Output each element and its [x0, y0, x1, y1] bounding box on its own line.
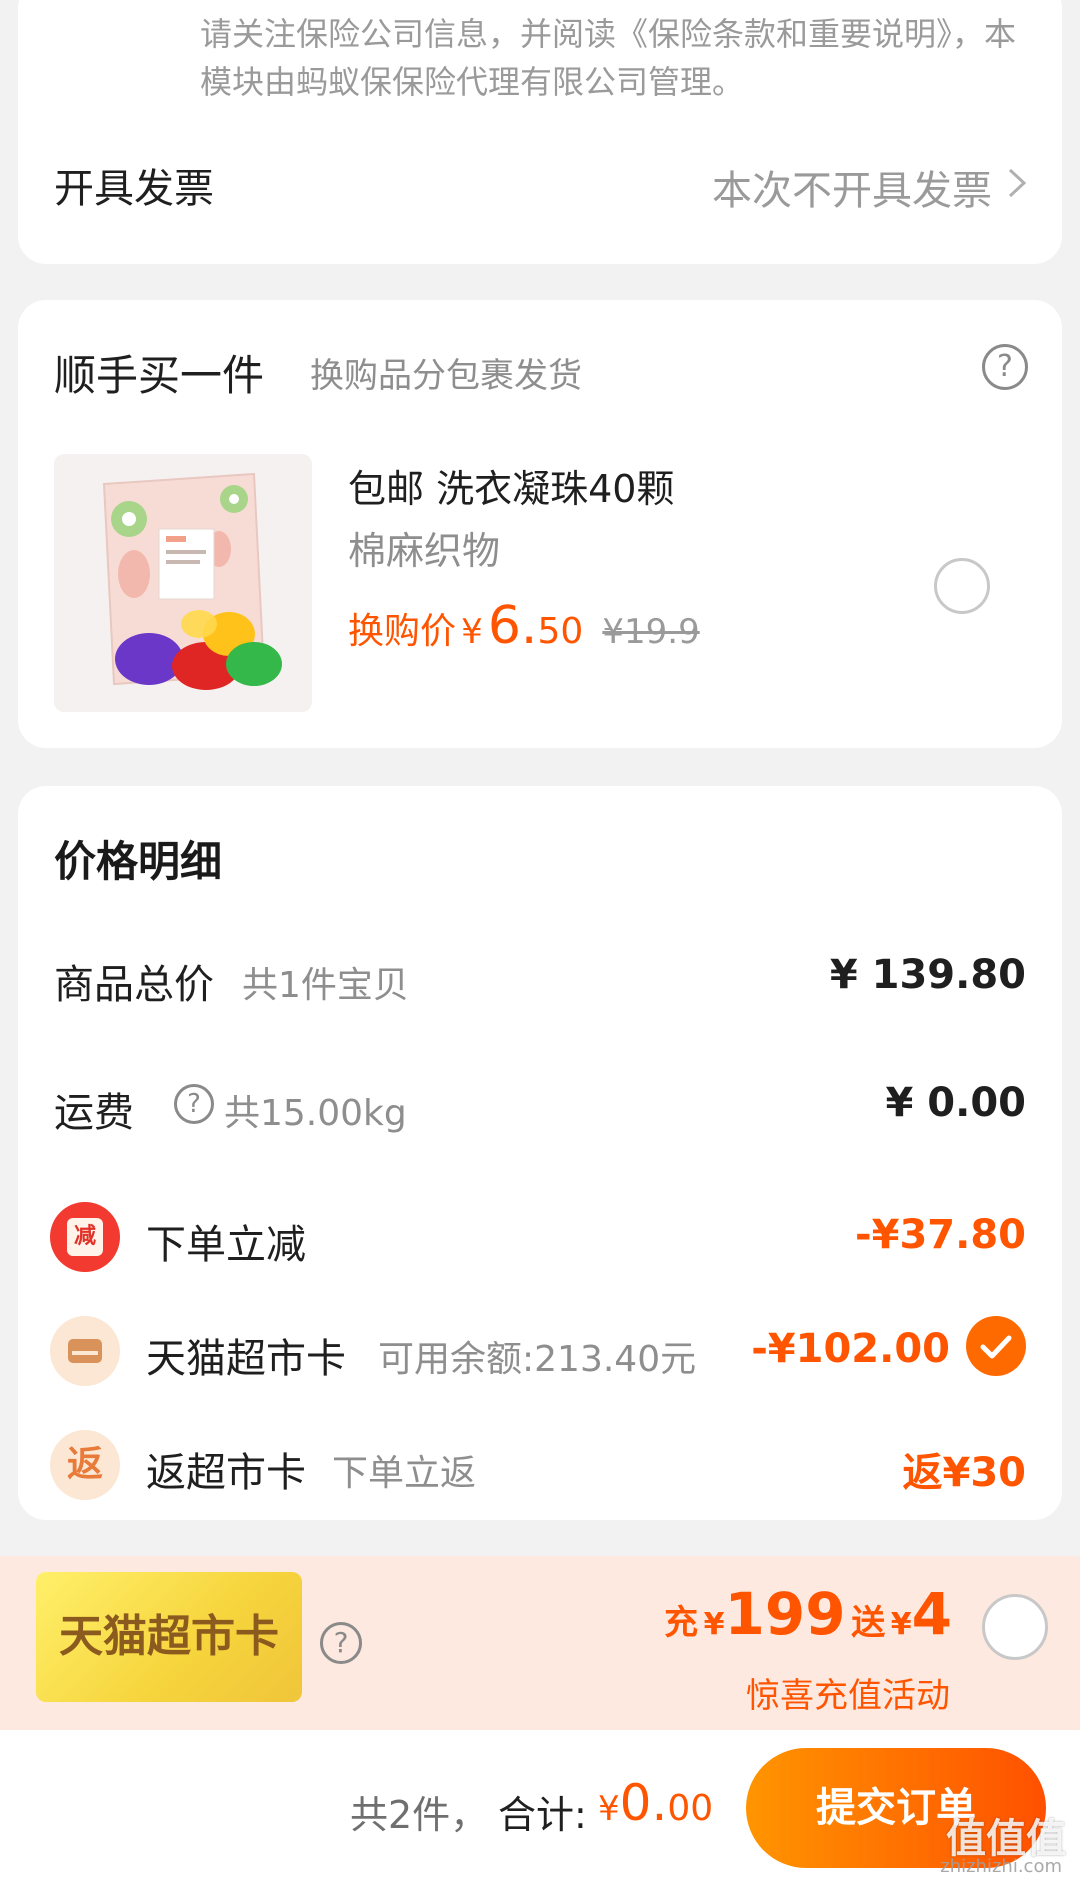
tmall-card-graphic: 天猫超市卡 — [36, 1572, 302, 1702]
price-detail-title: 价格明细 — [54, 837, 223, 886]
laundry-pods-illustration — [102, 472, 282, 690]
charge-currency: ¥ — [703, 1607, 725, 1642]
insurance-notice: 请关注保险公司信息，并阅读《保险条款和重要说明》，本模块由蚂蚁保保险代理有限公司… — [200, 15, 1017, 101]
check-icon — [980, 1335, 1012, 1359]
goods-total-label: 商品总价 — [54, 962, 214, 1008]
shipping-help-icon[interactable]: ? — [174, 1084, 214, 1124]
product-category: 棉麻织物 — [348, 529, 501, 573]
total-integer: 0. — [619, 1774, 668, 1832]
addon-card: 顺手买一件 换购品分包裹发货 ? 包邮 洗衣凝珠40颗 棉麻织物 换购价 ¥ 6… — [18, 300, 1062, 748]
recharge-offer: 充 ¥199 送 ¥4 — [664, 1580, 952, 1648]
product-name[interactable]: 包邮 洗衣凝珠40颗 — [348, 458, 674, 513]
total-currency: ¥ — [598, 1789, 620, 1829]
return-card-value: 返¥30 — [902, 1450, 1027, 1496]
recharge-activity[interactable]: 惊喜充值活动 — [746, 1668, 950, 1717]
recharge-select-radio[interactable] — [982, 1594, 1048, 1660]
tmall-card-value: -¥102.00 — [751, 1326, 950, 1372]
shipping-value: ¥ 0.00 — [885, 1080, 1026, 1126]
watermark-url: zhizhizhi.com — [940, 1856, 1062, 1877]
help-icon[interactable]: ? — [982, 344, 1028, 390]
price-label: 换购价 — [348, 611, 457, 652]
tmall-card-label: 天猫超市卡 — [146, 1336, 346, 1382]
instant-discount-value: -¥37.80 — [855, 1212, 1026, 1258]
card-icon — [50, 1316, 120, 1386]
invoice-card: 请关注保险公司信息，并阅读《保险条款和重要说明》，本模块由蚂蚁保保险代理有限公司… — [18, 0, 1062, 264]
addon-select-radio[interactable] — [934, 558, 990, 614]
gift-word: 送 — [851, 1603, 886, 1643]
shipping-weight: 共15.00kg — [224, 1093, 407, 1134]
goods-total-value: ¥ 139.80 — [829, 952, 1026, 998]
tmall-card-balance: 可用余额:213.40元 — [378, 1339, 697, 1380]
total-amount: ¥0.00 — [598, 1774, 713, 1832]
price-currency: ¥ — [461, 612, 483, 652]
price-detail-card: 价格明细 商品总价 共1件宝贝 ¥ 139.80 运费 ? 共15.00kg ¥… — [18, 786, 1062, 1520]
shipping-label: 运费 — [54, 1090, 134, 1136]
gift-currency: ¥ — [890, 1607, 912, 1642]
return-badge-icon: 返 — [50, 1430, 120, 1500]
recharge-banner: 天猫超市卡 ? 充 ¥199 送 ¥4 惊喜充值活动 — [0, 1556, 1080, 1730]
bottom-bar: 共2件， 合计: ¥0.00 提交订单 值值值 zhizhizhi.com — [0, 1730, 1080, 1885]
chevron-right-icon[interactable] — [1006, 166, 1028, 200]
tmall-card-checkbox[interactable] — [966, 1316, 1026, 1376]
total-decimal: 00 — [667, 1788, 714, 1829]
addon-subtitle: 换购品分包裹发货 — [310, 356, 582, 396]
return-card-sub: 下单立返 — [332, 1453, 477, 1494]
goods-total-count: 共1件宝贝 — [242, 965, 409, 1006]
discount-badge-text: 减 — [67, 1218, 103, 1256]
instant-discount-label: 下单立减 — [146, 1222, 306, 1268]
invoice-value[interactable]: 本次不开具发票 — [712, 158, 992, 216]
charge-amount: 199 — [724, 1580, 846, 1648]
item-count: 共2件， — [350, 1793, 489, 1837]
gift-amount: 4 — [911, 1580, 952, 1648]
product-price: 换购价 ¥ 6.50 ¥19.9 — [348, 596, 700, 656]
total-label: 合计: — [498, 1793, 587, 1837]
price-decimal: 50 — [537, 611, 584, 652]
charge-word: 充 — [664, 1603, 699, 1643]
invoice-label[interactable]: 开具发票 — [54, 156, 214, 214]
product-image[interactable] — [54, 454, 312, 712]
return-card-label: 返超市卡 — [146, 1450, 306, 1496]
original-price: ¥19.9 — [602, 612, 700, 652]
price-integer: 6. — [487, 596, 538, 656]
recharge-help-icon[interactable]: ? — [320, 1622, 362, 1664]
addon-title: 顺手买一件 — [54, 351, 265, 400]
discount-badge-icon: 减 — [50, 1202, 120, 1272]
